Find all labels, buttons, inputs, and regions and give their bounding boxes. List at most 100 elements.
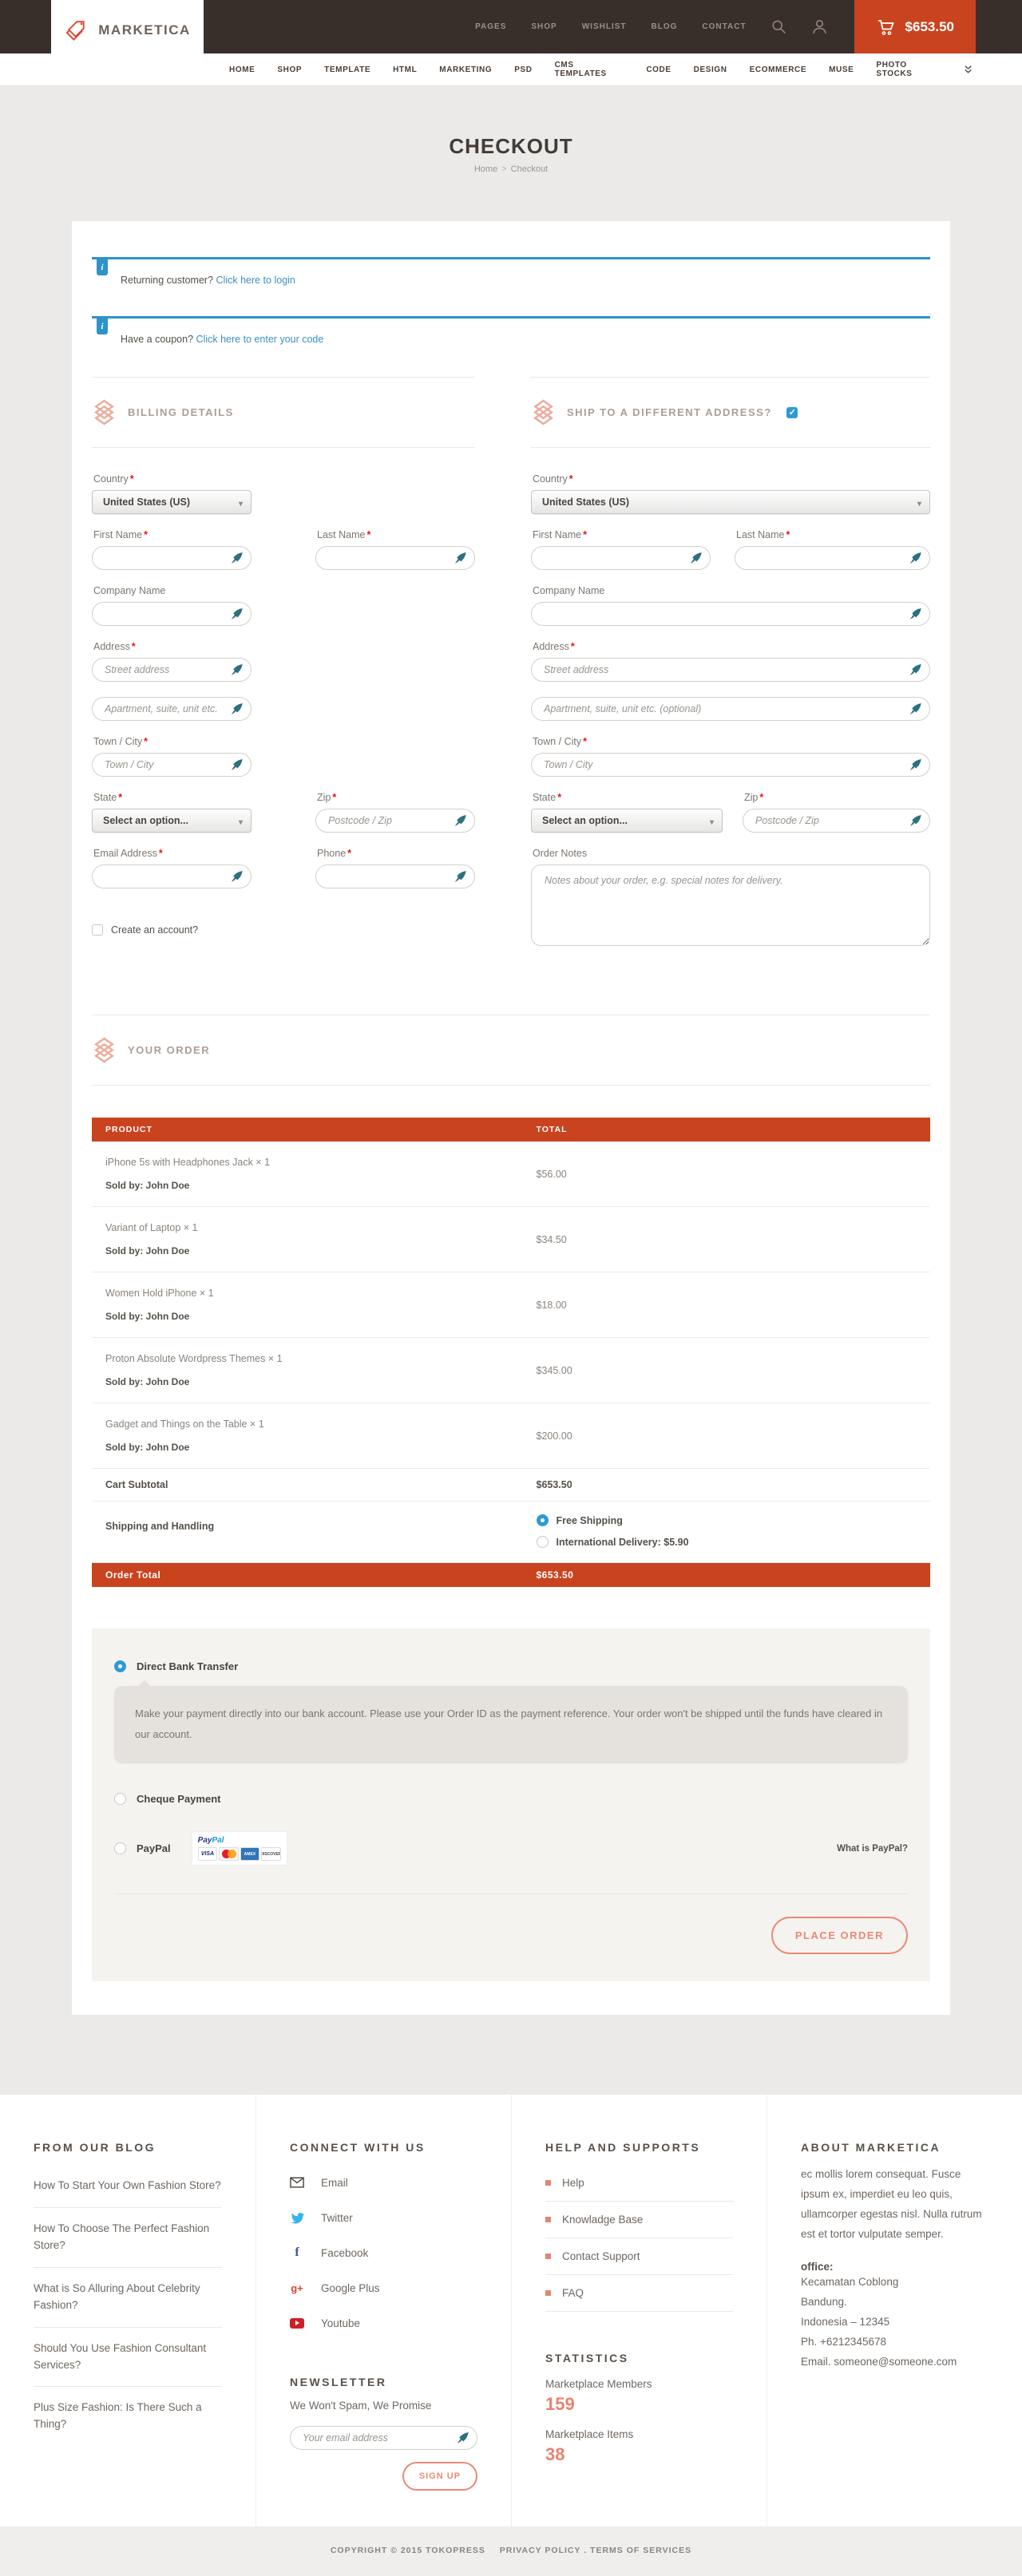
order-total-label: Order Total — [92, 1569, 537, 1581]
twitter-icon — [290, 2210, 304, 2225]
newsletter-signup-button[interactable]: SIGN UP — [402, 2462, 477, 2491]
billing-apartment-input[interactable] — [92, 697, 252, 721]
nav-shop[interactable]: SHOP — [277, 65, 302, 74]
paypal-option: PayPal PayPal VISA AMEX DISCOVER What is… — [114, 1832, 908, 1865]
contact-support-link[interactable]: Contact Support — [545, 2238, 733, 2275]
shipping-company-input[interactable] — [531, 602, 930, 626]
product-total: $18.00 — [537, 1300, 567, 1311]
social-google-plus-link[interactable]: Google Plus — [290, 2270, 477, 2305]
nav-ecommerce[interactable]: ECOMMERCE — [750, 65, 807, 74]
nav-marketing[interactable]: MARKETING — [439, 65, 492, 74]
shipping-address-field: Address* — [531, 641, 930, 682]
shipping-state-field: State* Select an option... — [531, 792, 723, 833]
paypal-radio[interactable] — [114, 1842, 126, 1854]
nav-psd[interactable]: PSD — [514, 65, 532, 74]
top-nav-wishlist[interactable]: WISHLIST — [582, 22, 627, 31]
create-account-checkbox[interactable] — [92, 924, 103, 936]
social-youtube-link[interactable]: Youtube — [290, 2305, 477, 2341]
free-shipping-radio[interactable] — [537, 1514, 549, 1526]
billing-country-select[interactable]: United States (US) — [92, 490, 252, 514]
order-notes-textarea[interactable] — [531, 865, 930, 946]
state-label: State — [533, 792, 556, 803]
nav-code[interactable]: CODE — [646, 65, 671, 74]
faq-link[interactable]: FAQ — [545, 2275, 733, 2312]
newsletter-email-input[interactable] — [290, 2426, 477, 2450]
statistics-title: STATISTICS — [545, 2352, 733, 2364]
shipping-state-select[interactable]: Select an option... — [531, 809, 723, 833]
nav-cms-templates[interactable]: CMS TEMPLATES — [555, 61, 624, 78]
chevron-down-icon — [239, 497, 243, 508]
site-footer: FROM OUR BLOG How To Start Your Own Fash… — [0, 2095, 1022, 2527]
product-total: $345.00 — [537, 1365, 572, 1376]
billing-zip-input[interactable] — [315, 809, 475, 833]
search-icon[interactable] — [770, 18, 787, 35]
user-icon[interactable] — [811, 18, 828, 35]
country-label: Country — [533, 473, 568, 485]
shipping-options: Free Shipping International Delivery: $5… — [537, 1514, 689, 1548]
top-nav-pages[interactable]: PAGES — [475, 22, 506, 31]
login-notice: i Returning customer? Click here to logi… — [92, 257, 930, 292]
nav-template[interactable]: TEMPLATE — [324, 65, 370, 74]
billing-state-select[interactable]: Select an option... — [92, 809, 252, 833]
blog-post-link[interactable]: Should You Use Fashion Consultant Servic… — [34, 2328, 222, 2388]
knowledge-base-link[interactable]: Knowladge Base — [545, 2202, 733, 2238]
product-name: iPhone 5s with Headphones Jack × 1 — [105, 1157, 537, 1168]
nav-design[interactable]: DESIGN — [694, 65, 727, 74]
checkout-forms: BILLING DETAILS Country* United States (… — [92, 377, 930, 965]
bank-transfer-label: Direct Bank Transfer — [137, 1660, 238, 1672]
shipping-first-name-input[interactable] — [531, 546, 711, 570]
billing-address-field: Address* — [92, 641, 252, 682]
nav-html[interactable]: HTML — [393, 65, 417, 74]
cart-total: $653.50 — [905, 19, 954, 35]
nav-home[interactable]: HOME — [229, 65, 255, 74]
blog-post-link[interactable]: How To Choose The Perfect Fashion Store? — [34, 2208, 222, 2268]
billing-phone-input[interactable] — [315, 865, 475, 888]
coupon-link[interactable]: Click here to enter your code — [196, 334, 324, 345]
place-order-button[interactable]: PLACE ORDER — [771, 1917, 908, 1954]
billing-last-name-input[interactable] — [315, 546, 475, 570]
nav-muse[interactable]: MUSE — [829, 65, 854, 74]
social-email-link[interactable]: Email — [290, 2165, 477, 2200]
what-is-paypal-link[interactable]: What is PayPal? — [837, 1844, 908, 1854]
blog-post-link[interactable]: How To Start Your Own Fashion Store? — [34, 2165, 222, 2208]
shipping-first-name-field: First Name* — [531, 529, 711, 570]
breadcrumb-home[interactable]: Home — [474, 164, 497, 174]
cart-button[interactable]: $653.50 — [854, 0, 976, 53]
social-facebook-link[interactable]: Facebook — [290, 2235, 477, 2270]
billing-email-input[interactable] — [92, 865, 252, 888]
international-delivery-radio[interactable] — [537, 1536, 549, 1548]
billing-town-input[interactable] — [92, 753, 252, 777]
logo[interactable]: MARKETICA — [51, 0, 204, 61]
shipping-apartment-input[interactable] — [531, 697, 930, 721]
shipping-last-name-input[interactable] — [735, 546, 930, 570]
ship-different-checkbox[interactable] — [786, 407, 798, 418]
cart-subtotal-row: Cart Subtotal $653.50 — [92, 1469, 930, 1502]
social-twitter-link[interactable]: Twitter — [290, 2200, 477, 2235]
shipping-town-input[interactable] — [531, 753, 930, 777]
bank-transfer-radio[interactable] — [114, 1660, 126, 1672]
legal-links[interactable]: PRIVACY POLICY . TERMS OF SERVICES — [500, 2546, 691, 2555]
login-link[interactable]: Click here to login — [216, 275, 295, 286]
top-nav-blog[interactable]: BLOG — [652, 22, 678, 31]
help-link[interactable]: Help — [545, 2165, 733, 2202]
copyright-bar: COPYRIGHT © 2015 TOKOPRESS PRIVACY POLIC… — [0, 2527, 1022, 2576]
company-label: Company Name — [93, 585, 165, 596]
shipping-zip-input[interactable] — [743, 809, 930, 833]
double-chevron-down-icon[interactable] — [964, 65, 972, 74]
cart-icon — [876, 18, 895, 37]
product-total: $56.00 — [537, 1169, 567, 1180]
blog-post-link[interactable]: Plus Size Fashion: Is There Such a Thing… — [34, 2387, 222, 2446]
billing-company-input[interactable] — [92, 602, 252, 626]
blog-post-link[interactable]: What is So Alluring About Celebrity Fash… — [34, 2268, 222, 2328]
shipping-street-input[interactable] — [531, 658, 930, 682]
billing-first-name-input[interactable] — [92, 546, 252, 570]
shipping-country-select[interactable]: United States (US) — [531, 490, 930, 514]
top-nav-contact[interactable]: CONTACT — [702, 22, 746, 31]
town-label: Town / City — [533, 736, 581, 747]
top-nav-shop[interactable]: SHOP — [531, 22, 557, 31]
top-nav: PAGES SHOP WISHLIST BLOG CONTACT — [475, 22, 746, 31]
nav-photo-stocks[interactable]: PHOTO STOCKS — [876, 61, 941, 78]
cheque-radio[interactable] — [114, 1793, 126, 1805]
required-mark: * — [130, 473, 134, 485]
billing-street-input[interactable] — [92, 658, 252, 682]
